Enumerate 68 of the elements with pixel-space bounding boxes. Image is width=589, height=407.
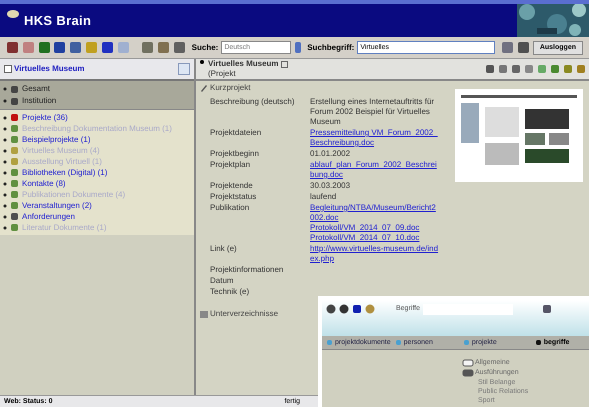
bullet-icon (3, 214, 7, 218)
bullet-icon (3, 204, 7, 208)
toolbar-icon[interactable] (542, 304, 552, 314)
tab-icon (394, 339, 402, 346)
detail-subtitle: (Projekt (208, 69, 237, 79)
tab-icon (534, 339, 542, 346)
bullet-icon (3, 160, 7, 164)
search-label: Suchbegriff: (307, 42, 354, 52)
field-value: laufend (310, 192, 338, 202)
folder-icon (4, 65, 12, 73)
field-label: Projektstatus (209, 192, 258, 202)
bullet-icon (3, 138, 7, 142)
bullet-icon (3, 87, 7, 91)
dropdown-icon[interactable] (294, 41, 302, 54)
search-field[interactable] (423, 304, 513, 315)
toolbar-icon[interactable] (53, 41, 66, 54)
tree-item[interactable]: Kontakte (8) (22, 178, 66, 188)
sidebar-title: Virtuelles Museum (14, 64, 85, 74)
tree-item[interactable]: Beispielprojekte (1) (22, 134, 90, 144)
bullet-icon (3, 182, 7, 186)
field-label: Projektende (209, 181, 254, 191)
toolbar-icon[interactable] (100, 41, 114, 54)
file-link[interactable]: ablauf_plan_Forum_2002_Beschreibung.doc (310, 160, 440, 180)
app-title: HKS Brain (24, 12, 92, 28)
pencil-icon (200, 84, 208, 92)
refresh-button[interactable] (178, 63, 190, 75)
field-value: Erstellung eines Internetauftritts für Forum 2002 Beispiel für Virtuelles Museum (310, 97, 436, 127)
toolbar-icon[interactable] (517, 41, 530, 54)
tree-item[interactable]: Gesamt (22, 84, 50, 94)
tree-item[interactable]: Veranstaltungen (2) (22, 200, 92, 210)
field-label: Link (e) (209, 244, 238, 255)
file-link[interactable]: http://www.virtuelles-museum.de/index.php (310, 244, 440, 264)
edit-box-icon (280, 60, 288, 68)
field-label: Projektbeginn (209, 149, 260, 159)
section-title: Unterverzeichnisse (210, 309, 278, 319)
field-label: Projektdateien (209, 128, 262, 139)
tree-item[interactable]: Anforderungen (22, 212, 75, 222)
folder-icon (10, 223, 19, 232)
tab-icon (462, 339, 470, 346)
file-link[interactable]: Begleitung/NTBA/Museum/Bericht2002.doc (310, 203, 440, 223)
field-label: Publikation (209, 203, 250, 214)
tree-item[interactable]: Projekte (36) (22, 112, 68, 122)
tree-item[interactable]: Bibliotheken (Digital) (1) (22, 168, 108, 178)
file-link[interactable]: Protokoll/VM_2014_07_10.doc (310, 233, 440, 243)
bullet-icon (3, 126, 7, 130)
folder-icon (200, 310, 208, 318)
bullet-icon (3, 99, 7, 103)
toolbar-icon[interactable] (6, 41, 19, 54)
field-value: 30.03.2003 (310, 181, 352, 191)
field-label: Datum (209, 276, 235, 286)
bullet-icon (3, 192, 7, 196)
bullet-icon (3, 226, 7, 230)
search-label: Suche: (192, 42, 218, 52)
bullet-icon (3, 170, 7, 174)
field-label: Projektinformationen (209, 265, 284, 275)
section-title: Kurzprojekt (210, 83, 250, 93)
field-value: 01.01.2002 (310, 149, 352, 159)
field-label: Beschreibung (deutsch) (209, 97, 296, 108)
bullet-icon (3, 116, 7, 120)
bullet-icon (3, 148, 7, 152)
tree-item[interactable]: Institution (22, 96, 56, 106)
tab-icon (326, 339, 333, 346)
field-label: Technik (e) (209, 287, 250, 297)
file-link[interactable]: Protokoll/VM_2014_07_09.doc (310, 223, 440, 233)
file-link[interactable]: Pressemitteilung VM_Forum_2002_Beschreibung.doc (310, 128, 440, 148)
document-icon (10, 212, 19, 221)
field-label: Projektplan (209, 160, 252, 171)
detail-title: Virtuelles Museum (208, 59, 279, 69)
